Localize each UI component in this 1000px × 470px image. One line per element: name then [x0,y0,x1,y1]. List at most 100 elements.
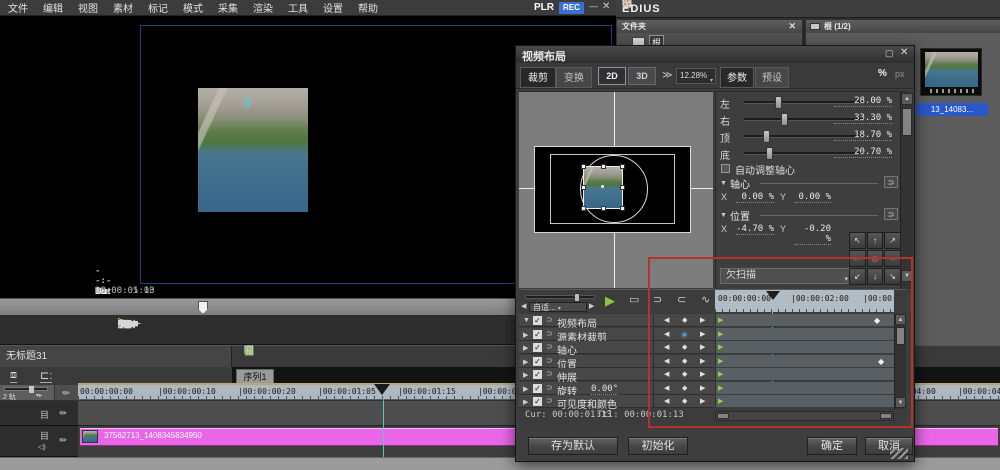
unit-pixel-button[interactable]: px [895,69,905,79]
track1-lock-icon[interactable]: ✎ [57,407,70,420]
menu-item[interactable]: 素材 [113,0,133,15]
timeline-zoom-slider[interactable] [4,387,48,391]
bin-panel-header[interactable]: 根 (1/2) [806,20,1000,33]
mode-3d-button[interactable]: 3D [628,67,656,85]
crop-handle[interactable] [581,164,586,169]
dialog-maximize-icon[interactable]: ▢ [885,48,894,59]
crop-right-slider-thumb[interactable] [781,113,788,126]
kf-row-value[interactable]: 0.00° [591,384,618,395]
anchor-y-value[interactable]: 0.00 % [795,192,831,203]
ok-button[interactable]: 确定 [807,437,857,455]
unit-percent-button[interactable]: % [878,68,887,79]
enable-checkbox[interactable]: ✓ [533,370,542,379]
expand-icon[interactable]: ▶ [523,371,528,379]
menu-item[interactable]: 标记 [148,0,168,15]
anchor-collapse-icon[interactable]: ▼ [720,180,727,187]
crop-top-slider-thumb[interactable] [763,130,770,143]
play-preview-button[interactable]: ▶ [605,293,615,309]
crop-handle[interactable] [581,185,586,190]
nudge-up[interactable]: ↑ [867,232,884,249]
sequence-tab[interactable]: 序列1 [236,369,274,384]
preset-prev-icon[interactable]: ◀ [521,302,526,310]
track2-audio-icon[interactable]: ◁) [38,443,46,451]
enable-checkbox[interactable]: ✓ [533,357,542,366]
crop-left-slider-thumb[interactable] [775,96,782,109]
bin-palette-button[interactable]: ⧈ [10,369,17,383]
menu-item[interactable]: 视图 [78,0,98,15]
menu-item[interactable]: 采集 [218,0,238,15]
reset-icon[interactable]: ⊃ [546,342,553,351]
scroll-up-icon[interactable]: ▲ [901,93,913,105]
track-lock-icon[interactable]: ✎ [60,387,73,400]
track1-header[interactable]: 目 ✎ [0,401,78,426]
position-reset-button[interactable]: ⊃ [884,208,898,220]
dialog-resize-grip[interactable] [890,448,908,459]
reset-icon[interactable]: ⊃ [546,329,553,338]
tab-parameters[interactable]: 参数 [720,67,754,88]
expand-icon[interactable]: ▶ [523,358,528,366]
menu-item[interactable]: 渲染 [253,0,273,15]
anchor-point[interactable] [601,185,604,188]
menu-item[interactable]: 工具 [288,0,308,15]
nudge-up-left[interactable]: ↖ [849,232,866,249]
tab-presets[interactable]: 预设 [755,67,789,88]
position-collapse-icon[interactable]: ▼ [720,212,727,219]
scrub-handle[interactable] [198,301,208,314]
keyframe-zoom-thumb[interactable] [574,293,580,302]
dialog-titlebar[interactable]: 视频布局 ▢ ✕ [516,46,914,63]
source-browser-button[interactable]: ⊏: [40,369,52,383]
close-icon[interactable]: ✕ [602,1,610,12]
reset-icon[interactable]: ⊃ [546,356,553,365]
reset-icon[interactable]: ⊃ [546,396,553,405]
track2-header[interactable]: 目 ◁) ✎ [0,426,78,457]
expand-icon[interactable]: ▼ [523,317,530,324]
enable-checkbox[interactable]: ✓ [533,330,542,339]
tab-crop[interactable]: 裁剪 [520,67,556,88]
rec-mode-button[interactable]: REC [559,2,584,14]
mode-2d-button[interactable]: 2D [598,67,626,85]
menu-item[interactable]: 帮助 [358,0,378,15]
crop-handle[interactable] [620,206,625,211]
menu-item[interactable]: 设置 [323,0,343,15]
menu-item[interactable]: 编辑 [43,0,63,15]
plr-mode-button[interactable]: PLR [534,2,554,13]
crop-bottom-slider-thumb[interactable] [766,147,773,160]
crop-handle[interactable] [601,164,606,169]
track-scale-carets-icon[interactable]: ▾▸ [36,392,42,399]
folder-panel-header[interactable]: 文件夹 ✕ [617,20,802,33]
keyframe-zoom-slider[interactable] [525,295,595,299]
menu-item[interactable]: 文件 [8,0,28,15]
crop-right-value[interactable]: 33.30 % [834,113,892,124]
enable-checkbox[interactable]: ✓ [533,397,542,406]
crop-top-value[interactable]: 18.70 % [834,130,892,141]
enable-checkbox[interactable]: ✓ [533,316,542,325]
preset-next-icon[interactable]: ▶ [589,302,594,310]
canvas-clip-image[interactable] [584,167,622,208]
nudge-up-right[interactable]: ↗ [884,232,901,249]
expand-icon[interactable]: ▶ [523,331,528,339]
enable-checkbox[interactable]: ✓ [533,384,542,393]
anchor-reset-button[interactable]: ⊃ [884,176,898,188]
track1-video-icon[interactable]: 目 [40,408,49,421]
bin-clip-filename[interactable]: 13_14083... [916,103,988,116]
expand-icon[interactable]: ▶ [523,344,528,352]
folder-panel-close-icon[interactable]: ✕ [788,20,796,33]
initialize-button[interactable]: 初始化 [628,437,688,455]
zoom-level-select[interactable]: 12.28% ▾ [676,68,716,84]
timeline-zoom-thumb[interactable] [29,386,34,393]
crop-bottom-value[interactable]: 20.70 % [834,147,892,158]
crop-handle[interactable] [620,164,625,169]
auto-anchor-checkbox[interactable] [721,164,730,173]
timeline-playhead[interactable] [374,384,390,395]
expand-icon[interactable]: ▶ [523,385,528,393]
crop-handle[interactable] [620,185,625,190]
reset-icon[interactable]: ⊃ [546,369,553,378]
interpolation-select[interactable]: 自适... ▾ [529,302,587,312]
crop-handle[interactable] [601,206,606,211]
position-x-value[interactable]: -4.70 % [736,224,774,235]
dialog-close-icon[interactable]: ✕ [900,47,908,58]
fit-view-icon[interactable]: ≫ [662,70,672,81]
crop-left-value[interactable]: 28.00 % [834,96,892,107]
save-default-button[interactable]: 存为默认 [528,437,618,455]
track2-lock-icon[interactable]: ✎ [57,434,70,447]
